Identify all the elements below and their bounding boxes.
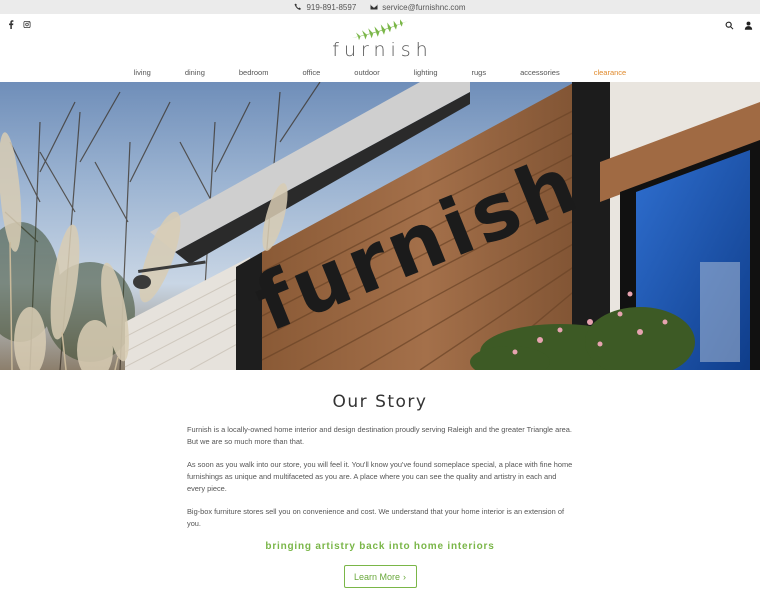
- nav-item-dining[interactable]: dining: [185, 68, 205, 77]
- our-story-section: Our Story Furnish is a locally-owned hom…: [0, 370, 760, 588]
- site-logo[interactable]: furnish: [0, 18, 760, 60]
- nav-item-office[interactable]: office: [302, 68, 320, 77]
- logo-wordmark: furnish: [332, 39, 433, 61]
- hero-storefront-image: furnish: [0, 82, 760, 370]
- phone-icon: [295, 3, 302, 10]
- envelope-icon: [370, 4, 378, 10]
- nav-item-bedroom[interactable]: bedroom: [239, 68, 269, 77]
- nav-item-outdoor[interactable]: outdoor: [354, 68, 379, 77]
- phone-link[interactable]: 919-891-8597: [294, 3, 356, 12]
- nav-item-clearance[interactable]: clearance: [594, 68, 627, 77]
- story-paragraph: Furnish is a locally-owned home interior…: [187, 425, 572, 446]
- nav-item-rugs[interactable]: rugs: [472, 68, 487, 77]
- top-contact-bar: 919-891-8597 service@furnishnc.com: [0, 0, 760, 14]
- nav-item-accessories[interactable]: accessories: [520, 68, 560, 77]
- nav-item-lighting[interactable]: lighting: [414, 68, 438, 77]
- email-address: service@furnishnc.com: [382, 2, 466, 12]
- site-header: furnish living dining bedroom office out…: [0, 14, 760, 82]
- main-nav: living dining bedroom office outdoor lig…: [0, 68, 760, 77]
- storefront-illustration: furnish: [0, 82, 760, 370]
- email-link[interactable]: service@furnishnc.com: [370, 2, 466, 12]
- nav-item-living[interactable]: living: [134, 68, 151, 77]
- learn-more-label: Learn More: [353, 571, 401, 582]
- story-paragraph: Big-box furniture stores sell you on con…: [187, 507, 564, 528]
- chevron-right-icon: ›: [403, 571, 407, 582]
- tagline: bringing artistry back into home interio…: [265, 541, 495, 552]
- story-paragraph: As soon as you walk into our store, you …: [187, 460, 573, 493]
- section-title: Our Story: [332, 392, 428, 412]
- learn-more-button[interactable]: Learn More ›: [343, 565, 417, 588]
- phone-number: 919-891-8597: [306, 2, 357, 12]
